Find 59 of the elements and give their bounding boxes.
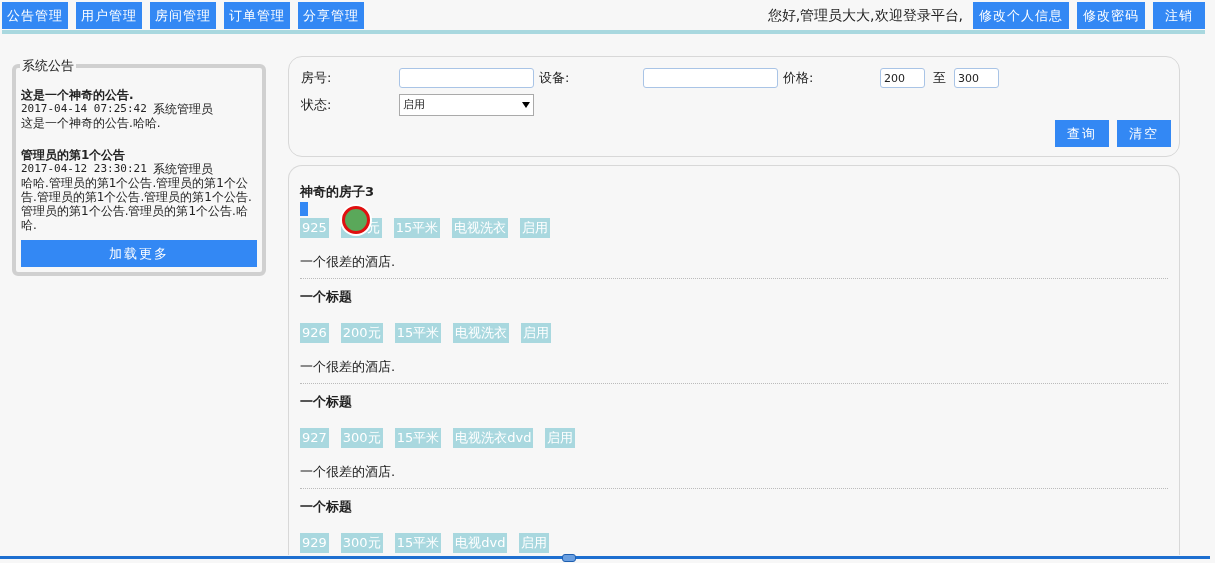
- room-tag: 929: [300, 533, 329, 553]
- room-title[interactable]: 一个标题: [300, 287, 1168, 305]
- room-tag: 926: [300, 323, 329, 343]
- max-price-field[interactable]: 300: [954, 68, 999, 88]
- room-tag: 启用: [545, 428, 576, 448]
- room-title[interactable]: 一个标题: [300, 497, 1168, 515]
- notice-author: 系统管理员: [152, 162, 213, 176]
- field-label: 至: [933, 69, 946, 88]
- nav-button[interactable]: 公告管理: [2, 2, 68, 29]
- filter-button[interactable]: 查询: [1055, 120, 1109, 147]
- scrollbar-thumb[interactable]: [562, 554, 576, 562]
- room-number-field[interactable]: [399, 68, 534, 88]
- min-price-field[interactable]: 200: [880, 68, 925, 88]
- room-tag: 15平米: [394, 323, 442, 343]
- device-field[interactable]: [643, 68, 778, 88]
- field-label: 房号:: [301, 69, 333, 88]
- room-tag: 927: [300, 428, 329, 448]
- notice-title[interactable]: 管理员的第1个公告: [21, 148, 257, 162]
- room-tag: 启用: [521, 323, 552, 343]
- room-tag: 15平米: [394, 533, 442, 553]
- notice-body: 哈哈.管理员的第1个公告.管理员的第1个公告.管理员的第1个公告.管理员的第1个公告.管理员的第1个公告.管理员的第1个公告.哈哈.: [21, 176, 253, 232]
- notice-title[interactable]: 这是一个神奇的公告.: [21, 88, 257, 102]
- filter-button[interactable]: 清空: [1117, 120, 1171, 147]
- field-label: 价格:: [783, 69, 815, 88]
- notice-time: 2017-04-14 07:25:42: [21, 102, 147, 116]
- room-title[interactable]: 神奇的房子3: [300, 182, 1168, 200]
- field-label: 状态:: [301, 96, 333, 115]
- room-tag: 925: [300, 218, 329, 238]
- room-tag: 15平米: [394, 428, 442, 448]
- nav-button[interactable]: 用户管理: [76, 2, 142, 29]
- room-tag: 电视洗衣: [453, 323, 510, 343]
- greeting-text: 您好,管理员大大,欢迎登录平台,: [767, 6, 963, 25]
- room-title[interactable]: 一个标题: [300, 392, 1168, 410]
- status-dropdown[interactable]: 启用: [399, 94, 534, 116]
- room-tag: 启用: [520, 218, 551, 238]
- room-tag: 300元: [340, 533, 383, 553]
- caret-icon: [522, 102, 530, 108]
- nav-button[interactable]: 分享管理: [298, 2, 364, 29]
- room-tag: 电视dvd: [453, 533, 508, 553]
- notice-body: 这是一个神奇的公告.哈哈.: [21, 116, 162, 130]
- room-tag: 200元: [340, 323, 383, 343]
- header-button[interactable]: 注销: [1153, 2, 1205, 29]
- room-description: 一个很差的酒店.: [300, 358, 397, 375]
- room-tag: 300元: [340, 428, 383, 448]
- load-more-button[interactable]: 加载更多: [21, 240, 257, 267]
- room-description: 一个很差的酒店.: [300, 253, 397, 270]
- room-description: 一个很差的酒店.: [300, 463, 397, 480]
- nav-button[interactable]: 房间管理: [150, 2, 216, 29]
- room-tag: 电视洗衣: [452, 218, 509, 238]
- notice-author: 系统管理员: [152, 102, 213, 116]
- notice-time: 2017-04-12 23:30:21: [21, 162, 147, 176]
- room-tag: 电视洗衣dvd: [453, 428, 534, 448]
- room-tag: 启用: [519, 533, 550, 553]
- header-button[interactable]: 修改个人信息: [973, 2, 1069, 29]
- scrollbar[interactable]: [0, 556, 1210, 559]
- header-button[interactable]: 修改密码: [1077, 2, 1145, 29]
- nav-button[interactable]: 订单管理: [224, 2, 290, 29]
- field-label: 设备:: [539, 69, 571, 88]
- room-tag: 15平米: [393, 218, 441, 238]
